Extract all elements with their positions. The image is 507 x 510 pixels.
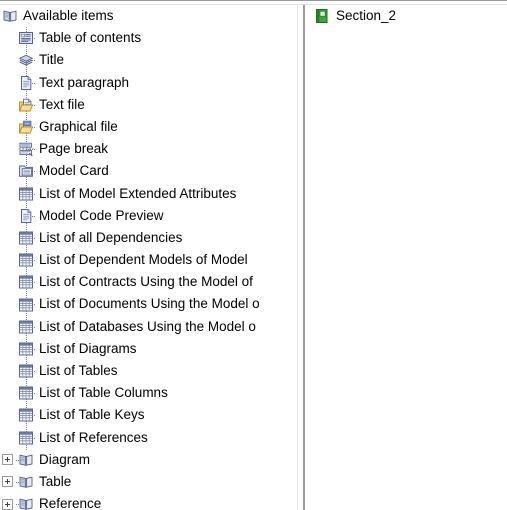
tree-item-table-of-contents[interactable]: Table of contents (0, 27, 297, 49)
text-file-icon (18, 97, 34, 113)
expand-toggle-icon[interactable] (2, 498, 13, 510)
tree-item-reference[interactable]: Reference (0, 493, 297, 510)
tree-item-text-paragraph[interactable]: Text paragraph (0, 72, 297, 94)
tree-item-label: List of References (39, 429, 148, 445)
tree-item-list-of-tables[interactable]: List of Tables (0, 360, 297, 382)
tree-root-available-items[interactable]: Available items (0, 5, 297, 27)
grid-icon (18, 385, 34, 401)
document-icon (18, 208, 34, 224)
available-items-dialog: Available items Table of contents Title … (0, 0, 507, 510)
grid-icon (18, 319, 34, 335)
tree-view[interactable]: Available items Table of contents Title … (0, 5, 297, 510)
grid-icon (18, 186, 34, 202)
tree-item-graphical-file[interactable]: Graphical file (0, 116, 297, 138)
tree-item-label: Title (39, 52, 65, 68)
tree-item-label: Table of contents (39, 30, 142, 46)
tree-item-list-of-diagrams[interactable]: List of Diagrams (0, 338, 297, 360)
tree-item-list-of-all-dependencies[interactable]: List of all Dependencies (0, 227, 297, 249)
tree-item-label: List of Table Columns (39, 385, 168, 401)
book-icon (18, 474, 34, 490)
tree-item-model-card[interactable]: Model Card (0, 160, 297, 182)
tree-item-title[interactable]: Title (0, 49, 297, 71)
tree-item-list-of-model-extended-attributes[interactable]: List of Model Extended Attributes (0, 183, 297, 205)
expand-toggle-icon[interactable] (2, 454, 13, 466)
tree-item-label: Reference (39, 496, 102, 510)
model-card-icon (18, 163, 34, 179)
tree-item-text-file[interactable]: Text file (0, 94, 297, 116)
table-of-contents-icon (18, 30, 34, 46)
document-icon (18, 75, 34, 91)
tree-item-label: List of Dependent Models of Model (39, 252, 248, 268)
tree-item-list-of-databases-using-the-model-o[interactable]: List of Databases Using the Model o (0, 316, 297, 338)
book-icon (18, 496, 34, 510)
tree-item-label: List of Table Keys (39, 407, 145, 423)
window-top-border (0, 0, 507, 5)
grid-icon (18, 341, 34, 357)
book-icon (2, 8, 18, 24)
grid-icon (18, 297, 34, 313)
tree-item-model-code-preview[interactable]: Model Code Preview (0, 205, 297, 227)
tree-item-label: Text file (39, 96, 85, 112)
tree-item-label: Table (39, 473, 72, 489)
tree-item-label: List of Tables (39, 363, 118, 378)
tree-item-label: Diagram (39, 451, 91, 467)
tree-item-label: List of all Dependencies (39, 229, 183, 245)
tree-item-page-break[interactable]: Page break (0, 138, 297, 160)
tree-item-list-of-references[interactable]: List of References (0, 427, 297, 449)
tree-item-label: List of Model Extended Attributes (39, 185, 237, 201)
grid-icon (18, 407, 34, 423)
section-book-icon (314, 8, 330, 24)
title-icon (18, 52, 34, 68)
tree-item-table[interactable]: Table (0, 471, 297, 493)
selected-items-panel[interactable]: Section_2 (307, 0, 507, 510)
tree-item-label: Page break (39, 141, 109, 157)
vertical-scrollbar[interactable] (297, 3, 307, 510)
list-item-label: Section_2 (336, 7, 397, 23)
selected-items-list[interactable]: Section_2 (314, 6, 507, 26)
expand-toggle-icon[interactable] (2, 476, 13, 488)
tree-item-diagram[interactable]: Diagram (0, 449, 297, 471)
grid-icon (18, 230, 34, 246)
scrollbar-track[interactable] (303, 3, 305, 510)
tree-item-list-of-table-columns[interactable]: List of Table Columns (0, 382, 297, 404)
tree-item-label: Model Card (39, 163, 109, 179)
tree-item-label: List of Documents Using the Model o (39, 296, 260, 312)
tree-item-list-of-dependent-models-of-model[interactable]: List of Dependent Models of Model (0, 249, 297, 271)
grid-icon (18, 274, 34, 290)
grid-icon (18, 430, 34, 446)
tree-root-label: Available items (23, 8, 114, 23)
grid-icon (18, 363, 34, 379)
list-item[interactable]: Section_2 (314, 6, 507, 26)
tree-item-label: List of Contracts Using the Model of (39, 274, 253, 290)
tree-item-label: Text paragraph (39, 74, 130, 90)
tree-item-label: List of Diagrams (39, 340, 137, 356)
tree-item-label: List of Databases Using the Model o (39, 318, 256, 334)
book-icon (18, 452, 34, 468)
graphical-file-icon (18, 119, 34, 135)
tree-item-label: Model Code Preview (39, 207, 164, 223)
tree-item-list-of-documents-using-the-model-o[interactable]: List of Documents Using the Model o (0, 293, 297, 315)
tree-item-list-of-table-keys[interactable]: List of Table Keys (0, 404, 297, 426)
tree-item-list-of-contracts-using-the-model-of[interactable]: List of Contracts Using the Model of (0, 271, 297, 293)
page-break-icon (18, 141, 34, 157)
grid-icon (18, 252, 34, 268)
tree-item-label: Graphical file (39, 118, 118, 134)
available-items-panel[interactable]: Available items Table of contents Title … (0, 3, 297, 510)
